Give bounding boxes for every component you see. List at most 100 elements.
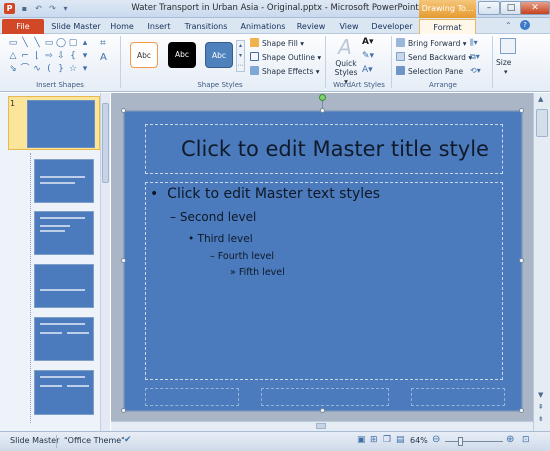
tab-animations[interactable]: Animations [236, 19, 290, 34]
maximize-button[interactable]: □ [500, 1, 522, 15]
rotation-handle[interactable] [319, 94, 326, 101]
bent-arrow-icon[interactable]: ⇘ [8, 64, 18, 74]
title-placeholder[interactable]: Click to edit Master title style [145, 124, 503, 174]
resize-handle[interactable] [519, 408, 524, 413]
group-icon[interactable]: ⧉▾ [470, 52, 480, 62]
horizontal-scrollbar[interactable] [111, 421, 533, 431]
shapes-gallery[interactable]: ▭ ╲ ╲ ▭ ◯ ▢ ▴ △ ⌐ ⌊ ⇨ ⇩ { ▾ ⇘ ⌒ ∿ ( } ☆ … [8, 38, 93, 76]
shape-style-swatch-black[interactable]: Abc [168, 42, 196, 68]
slide-master-thumbnail[interactable] [8, 96, 100, 150]
layout-thumbnail[interactable] [34, 159, 94, 203]
line-icon[interactable]: ╲ [20, 38, 30, 48]
resize-handle[interactable] [320, 108, 325, 113]
size-dropdown-icon[interactable]: ▾ [504, 68, 508, 76]
spell-check-icon[interactable]: ✔ [124, 435, 132, 445]
shape-effects-button[interactable]: Shape Effects ▾ [250, 66, 320, 78]
minimize-ribbon-icon[interactable]: ⌃ [505, 21, 512, 30]
text-outline-icon[interactable]: ✎▾ [362, 51, 374, 61]
arrow-right-icon[interactable]: ⇨ [44, 51, 54, 61]
rectangle-icon[interactable]: ▭ [44, 38, 54, 48]
oval-icon[interactable]: ◯ [56, 38, 66, 48]
vertical-scroll-thumb[interactable] [536, 109, 548, 137]
body-placeholder[interactable]: • Click to edit Master text styles – Sec… [145, 182, 503, 380]
resize-handle[interactable] [519, 108, 524, 113]
shape-fill-button[interactable]: Shape Fill ▾ [250, 38, 304, 50]
layout-thumbnail[interactable] [34, 317, 94, 361]
draw-textbox-icon[interactable]: A [100, 52, 114, 64]
level-3-text[interactable]: • Third level [188, 233, 253, 245]
layout-thumbnail[interactable] [34, 264, 94, 308]
shape-styles-scroll[interactable]: ▴ ▾ ⋯ [236, 40, 245, 72]
connector-icon[interactable]: ⌐ [20, 51, 30, 61]
size-button-label[interactable]: Size [496, 58, 511, 67]
layout-thumbnail[interactable] [34, 211, 94, 255]
shape-style-swatch-blue[interactable]: Abc [205, 42, 233, 68]
slide-sorter-icon[interactable]: ⊞ [370, 435, 378, 445]
align-icon[interactable]: ⫼▾ [470, 38, 478, 48]
resize-handle[interactable] [121, 258, 126, 263]
level-5-text[interactable]: » Fifth level [230, 267, 285, 278]
help-icon[interactable]: ? [520, 20, 530, 30]
zoom-in-icon[interactable]: ⊕ [506, 434, 514, 445]
text-box-icon[interactable]: ▭ [8, 38, 18, 48]
level-1-text[interactable]: • Click to edit Master text styles [150, 186, 380, 202]
fit-to-window-icon[interactable]: ⊡ [522, 435, 530, 445]
close-button[interactable]: ✕ [520, 1, 550, 15]
rotate-icon[interactable]: ⟲▾ [470, 66, 481, 75]
tab-file[interactable]: File [2, 19, 44, 34]
rounded-rectangle-icon[interactable]: ▢ [68, 38, 78, 48]
footer-placeholder[interactable] [261, 388, 389, 406]
triangle-icon[interactable]: △ [8, 51, 18, 61]
resize-handle[interactable] [320, 408, 325, 413]
more-shapes-icon[interactable]: ▴ [80, 38, 90, 48]
thumbnail-scrollbar[interactable] [100, 93, 110, 431]
level-2-text[interactable]: – Second level [170, 210, 256, 224]
brace-right-icon[interactable]: } [56, 64, 66, 74]
bring-forward-button[interactable]: Bring Forward ▾ [396, 38, 467, 50]
level-4-text[interactable]: – Fourth level [210, 251, 274, 262]
tab-review[interactable]: Review [292, 19, 330, 34]
date-placeholder[interactable] [145, 388, 239, 406]
vertical-scrollbar[interactable]: ▲ ▼ ⇞ ⇟ [533, 93, 550, 431]
tab-slide-master[interactable]: Slide Master [48, 19, 104, 34]
scroll-up-icon[interactable]: ▲ [538, 95, 543, 103]
elbow-icon[interactable]: ⌊ [32, 51, 42, 61]
next-slide-icon[interactable]: ⇟ [538, 415, 544, 423]
arrow-down-icon[interactable]: ⇩ [56, 51, 66, 61]
slide-master-canvas[interactable]: Click to edit Master title style • Click… [124, 111, 522, 411]
brace-icon[interactable]: { [68, 51, 78, 61]
shape-outline-button[interactable]: Shape Outline ▾ [250, 52, 321, 64]
slide-show-icon[interactable]: ▤ [396, 435, 405, 445]
curve-icon[interactable]: ⌒ [20, 64, 30, 74]
horizontal-scroll-thumb[interactable] [316, 423, 326, 429]
slide-number-placeholder[interactable] [411, 388, 505, 406]
scroll-down-icon[interactable]: ▼ [538, 391, 543, 399]
tab-developer[interactable]: Developer [368, 19, 416, 34]
tab-transitions[interactable]: Transitions [180, 19, 232, 34]
size-icon[interactable] [500, 38, 516, 54]
zoom-out-icon[interactable]: ⊖ [432, 434, 440, 445]
minimize-button[interactable]: – [478, 1, 500, 15]
quick-styles-icon[interactable]: A [334, 35, 356, 59]
master-title-text[interactable]: Click to edit Master title style [181, 137, 489, 161]
layout-thumbnail[interactable] [34, 370, 94, 415]
tab-insert[interactable]: Insert [140, 19, 178, 34]
edit-shape-icon[interactable]: ⌗ [100, 38, 114, 50]
send-backward-button[interactable]: Send Backward ▾ [396, 52, 472, 64]
zoom-level[interactable]: 64% [410, 436, 428, 445]
selection-pane-button[interactable]: Selection Pane [396, 66, 463, 78]
resize-handle[interactable] [121, 408, 126, 413]
text-fill-icon[interactable]: A▾ [362, 37, 373, 47]
freeform-icon[interactable]: ∿ [32, 64, 42, 74]
thumbnail-scroll-thumb[interactable] [102, 103, 109, 183]
bracket-icon[interactable]: ( [44, 64, 54, 74]
star-icon[interactable]: ☆ [68, 64, 78, 74]
scroll-shapes-icon[interactable]: ▾ [80, 51, 90, 61]
tab-view[interactable]: View [334, 19, 364, 34]
resize-handle[interactable] [519, 258, 524, 263]
reading-view-icon[interactable]: ❐ [383, 435, 391, 445]
resize-handle[interactable] [121, 108, 126, 113]
tab-format[interactable]: Format [419, 19, 476, 34]
expand-shapes-icon[interactable]: ▾ [80, 64, 90, 74]
zoom-slider-track[interactable] [445, 441, 503, 442]
